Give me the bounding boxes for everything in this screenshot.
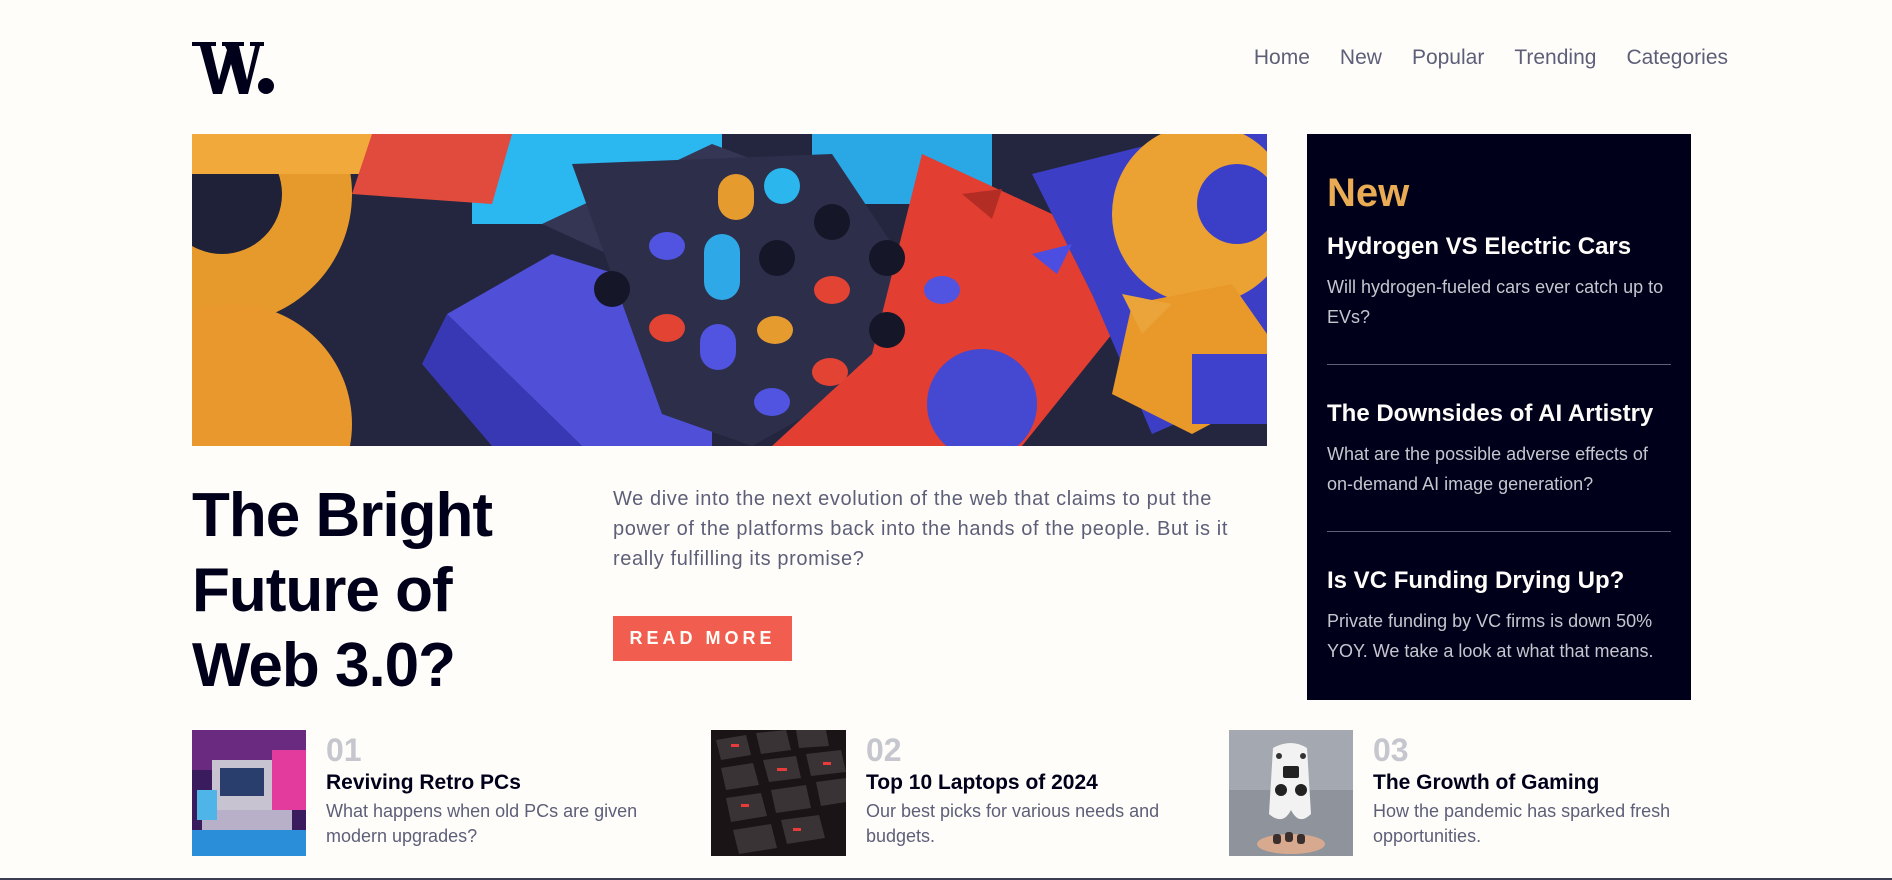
new-item-text: Private funding by VC firms is down 50% …: [1327, 611, 1654, 661]
new-item-title[interactable]: Is VC Funding Drying Up?: [1327, 566, 1671, 596]
site-logo[interactable]: [192, 42, 274, 94]
article-card: 01 Reviving Retro PCs What happens when …: [192, 730, 666, 856]
nav-popular[interactable]: Popular: [1412, 46, 1484, 70]
article-text: How the pandemic has sparked fresh oppor…: [1373, 801, 1671, 846]
article-text: Our best picks for various needs and bud…: [866, 801, 1160, 846]
nav-trending[interactable]: Trending: [1514, 46, 1596, 70]
article-title[interactable]: Top 10 Laptops of 2024: [866, 770, 1186, 796]
main-nav: Home New Popular Trending Categories: [1254, 46, 1728, 70]
article-number: 01: [326, 732, 362, 768]
new-item: Hydrogen VS Electric Cars Will hydrogen-…: [1327, 232, 1671, 364]
new-item: Is VC Funding Drying Up? Private funding…: [1327, 531, 1671, 698]
article-card: 02 Top 10 Laptops of 2024 Our best picks…: [711, 730, 1186, 856]
article-number: 03: [1373, 732, 1409, 768]
new-panel: New Hydrogen VS Electric Cars Will hydro…: [1307, 134, 1691, 700]
new-item-text: Will hydrogen-fueled cars ever catch up …: [1327, 277, 1664, 327]
nav-categories[interactable]: Categories: [1626, 46, 1728, 70]
new-item-title[interactable]: The Downsides of AI Artistry: [1327, 399, 1671, 429]
article-number: 02: [866, 732, 902, 768]
new-item-title[interactable]: Hydrogen VS Electric Cars: [1327, 232, 1671, 262]
article-title[interactable]: The Growth of Gaming: [1373, 770, 1693, 796]
retro-pc-thumbnail[interactable]: [192, 730, 306, 856]
hero-description: We dive into the next evolution of the w…: [613, 488, 1228, 570]
read-more-button[interactable]: READ MORE: [613, 616, 792, 661]
article-text: What happens when old PCs are given mode…: [326, 801, 638, 846]
nav-new[interactable]: New: [1340, 46, 1382, 70]
hero-title: The Bright Future of Web 3.0?: [192, 481, 493, 700]
gaming-controller-thumbnail[interactable]: [1229, 730, 1353, 856]
nav-home[interactable]: Home: [1254, 46, 1310, 70]
article-title[interactable]: Reviving Retro PCs: [326, 770, 666, 796]
logo-mark: [192, 42, 274, 94]
laptop-keyboard-thumbnail[interactable]: [711, 730, 846, 856]
hero-image: [192, 134, 1267, 446]
new-item: The Downsides of AI Artistry What are th…: [1327, 364, 1671, 531]
new-heading: New: [1327, 171, 1410, 215]
article-card: 03 The Growth of Gaming How the pandemic…: [1229, 730, 1693, 856]
new-item-text: What are the possible adverse effects of…: [1327, 444, 1648, 494]
